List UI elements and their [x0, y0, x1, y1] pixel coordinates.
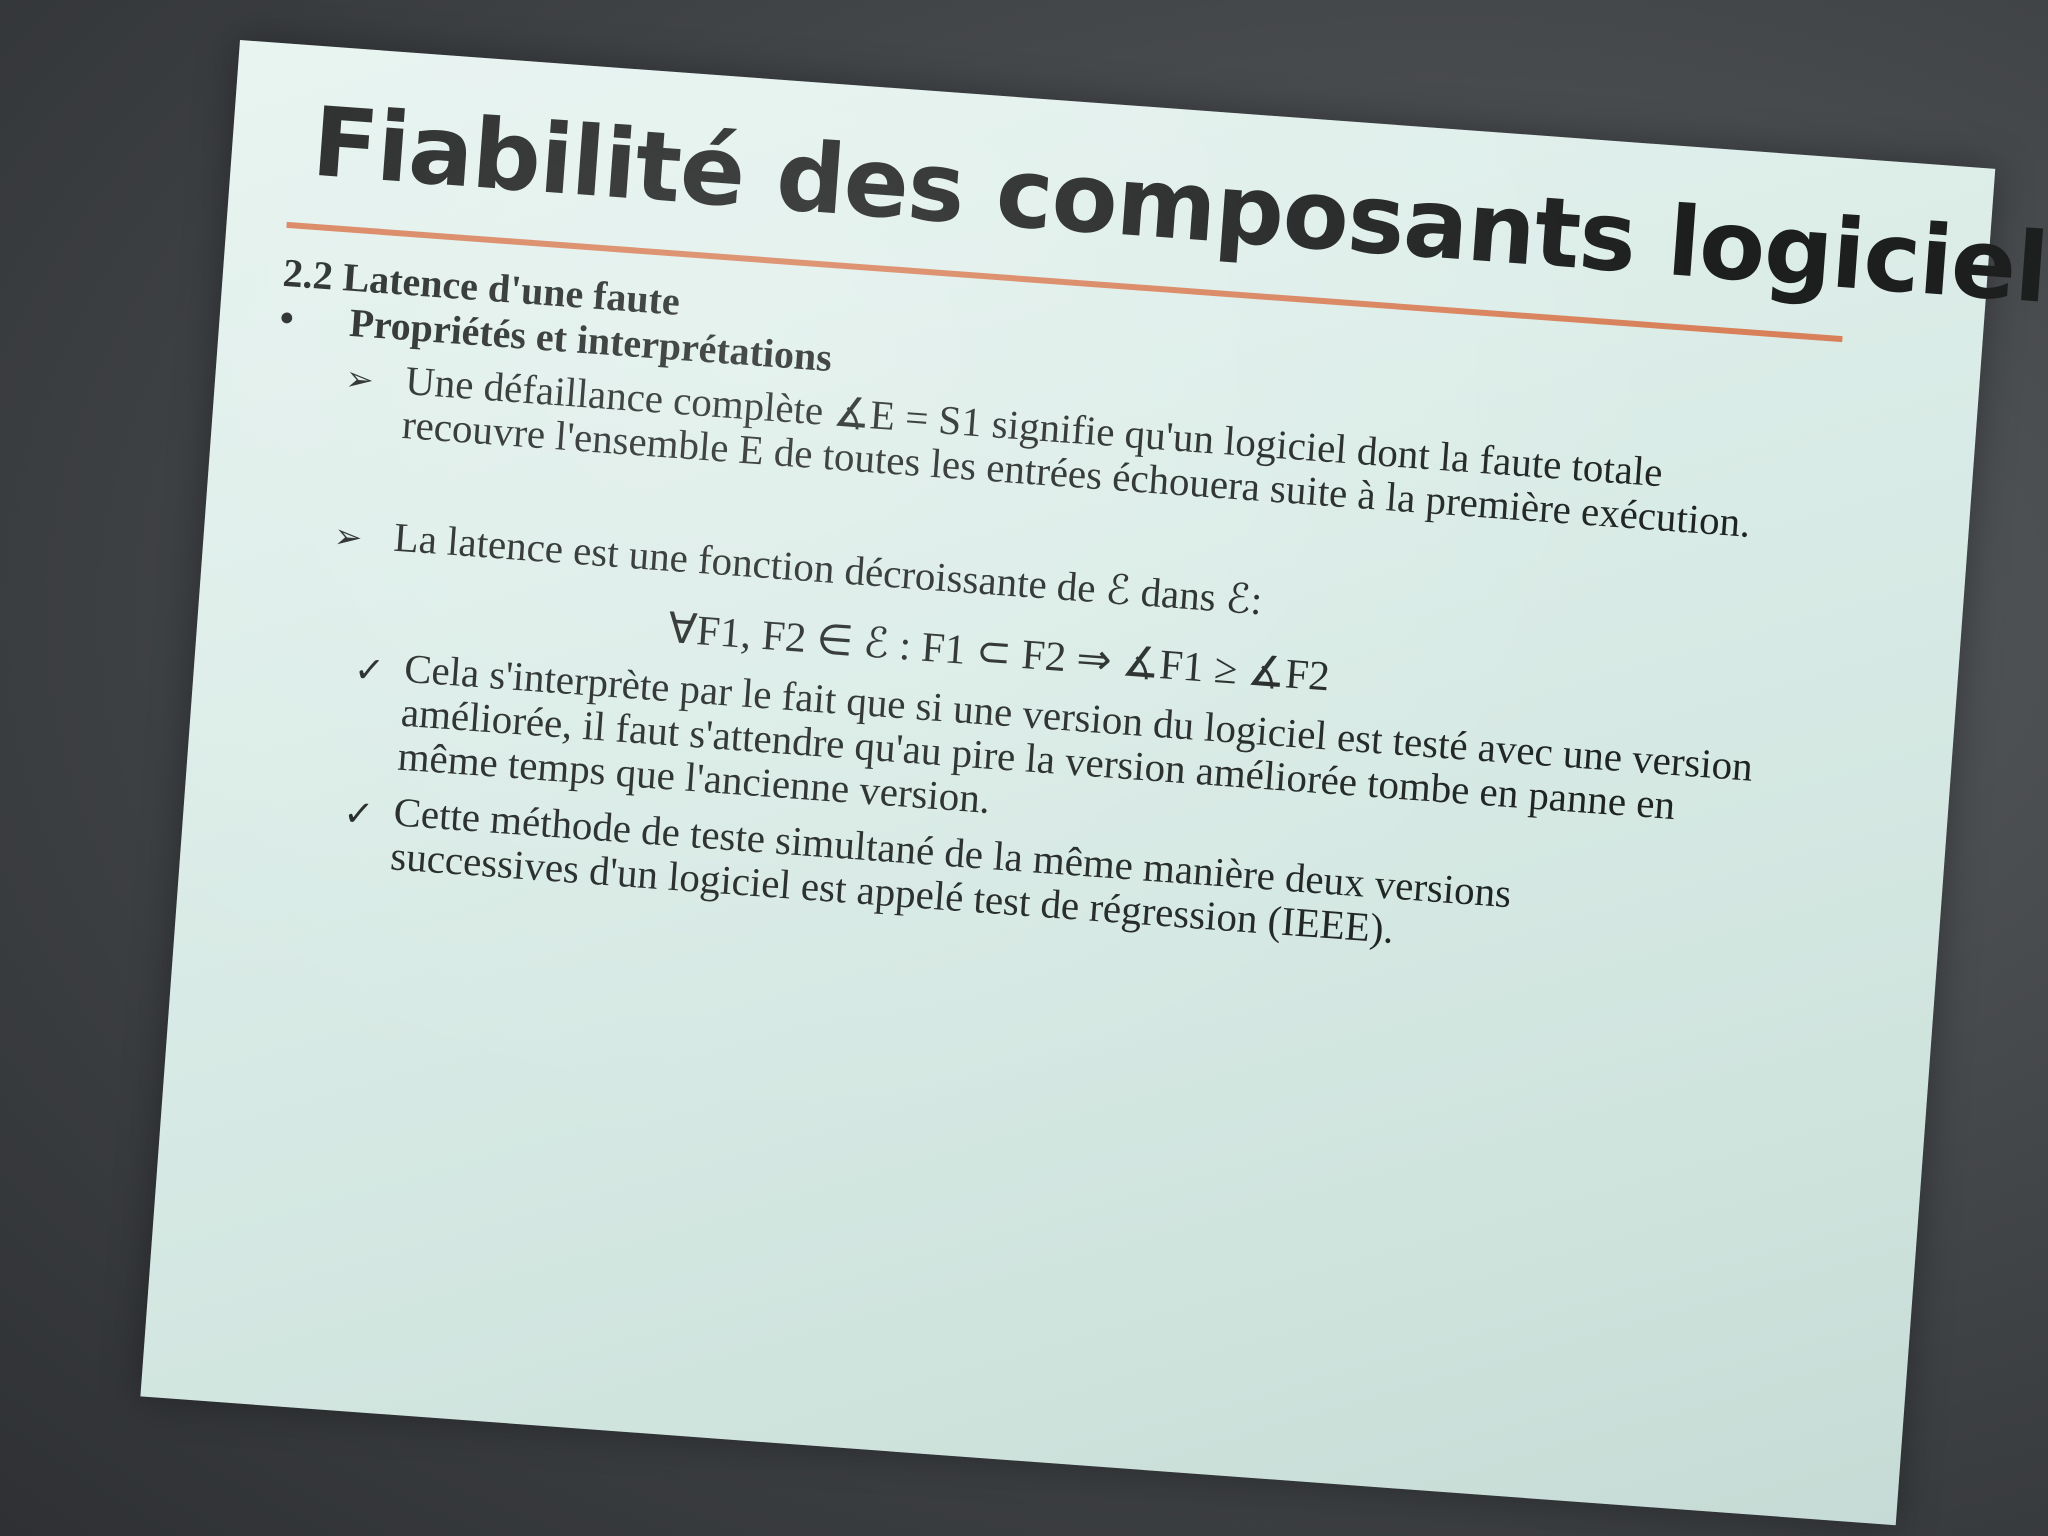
- arrow-bullet-icon: ➢: [344, 360, 376, 400]
- check-bullet-icon: ✓: [352, 649, 386, 692]
- projected-slide: Fiabilité des composants logiciels 2.2 L…: [140, 40, 2048, 1526]
- check-bullet-icon: ✓: [342, 792, 376, 835]
- point-complete-failure: Une défaillance complète ∡E = S1 signifi…: [400, 357, 1753, 546]
- photo-scene: Fiabilité des composants logiciels 2.2 L…: [0, 0, 2048, 1536]
- bullet-icon: •: [278, 294, 296, 341]
- arrow-bullet-icon: ➢: [332, 518, 364, 558]
